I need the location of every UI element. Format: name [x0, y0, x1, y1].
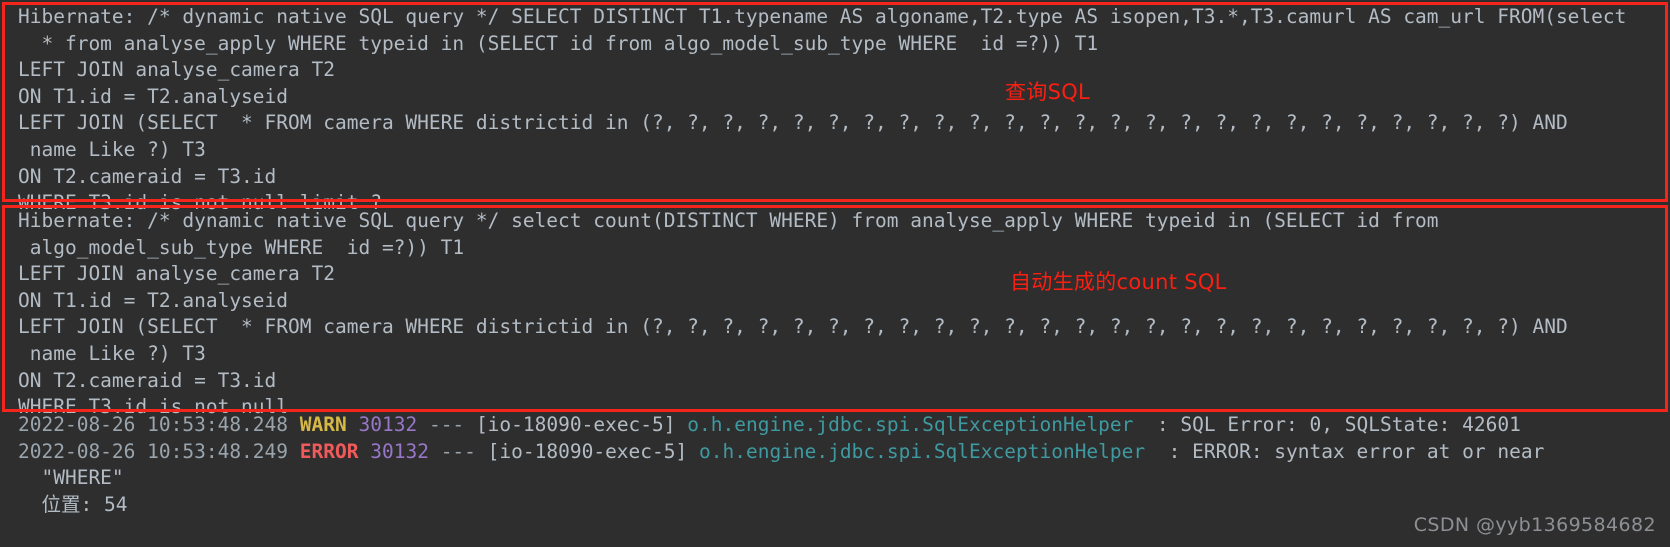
log-pid: 30132	[358, 413, 418, 436]
log-gap	[476, 440, 488, 463]
csdn-watermark: CSDN @yyb1369584682	[1413, 514, 1656, 537]
log-gap	[464, 413, 476, 436]
log-separator: ---	[440, 439, 476, 463]
sql-line: algo_model_sub_type WHERE id =?)) T1	[18, 235, 465, 259]
sql-line: LEFT JOIN (SELECT * FROM camera WHERE di…	[18, 315, 1568, 339]
query-sql-block: Hibernate: /* dynamic native SQL query *…	[0, 4, 1670, 217]
sql-line: Hibernate: /* dynamic native SQL query *…	[18, 5, 1627, 28]
log-level-badge: WARN	[299, 413, 347, 436]
log-level-badge: ERROR	[299, 439, 359, 463]
count-sql-block: Hibernate: /* dynamic native SQL query *…	[0, 208, 1670, 421]
log-thread: [io-18090-exec-5]	[475, 413, 676, 436]
log-gap	[288, 440, 300, 463]
log-logger-pad	[1133, 413, 1156, 436]
sql-line: LEFT JOIN analyse_camera T2	[18, 58, 335, 82]
sql-line: ON T2.cameraid = T3.id	[18, 368, 277, 392]
annotation-count-sql: 自动生成的count SQL	[1010, 270, 1227, 294]
log-tail: 2022-08-26 10:53:48.248 WARN 30132 --- […	[0, 412, 1670, 518]
log-gap	[288, 413, 300, 436]
log-message: SQL Error: 0, SQLState: 42601	[1180, 413, 1521, 436]
sql-line: name Like ?) T3	[18, 137, 206, 161]
log-logger-name[interactable]: o.h.engine.jdbc.spi.SqlExceptionHelper	[687, 413, 1133, 436]
log-separator: ---	[428, 413, 465, 436]
log-logger-pad	[1145, 440, 1168, 463]
log-gap	[1169, 413, 1181, 436]
sql-line: LEFT JOIN (SELECT * FROM camera WHERE di…	[18, 111, 1568, 135]
error-quoted-token: "WHERE"	[18, 466, 124, 490]
sql-line: name Like ?) T3	[18, 341, 206, 365]
annotation-query-sql: 查询SQL	[1005, 80, 1091, 104]
log-entry-warn: 2022-08-26 10:53:48.248 WARN 30132 --- […	[0, 412, 1670, 439]
log-gap	[347, 413, 359, 436]
sql-line: ON T2.cameraid = T3.id	[18, 164, 277, 188]
sql-line: ON T1.id = T2.analyseid	[18, 84, 289, 108]
log-colon: :	[1156, 413, 1169, 436]
sql-line: Hibernate: /* dynamic native SQL query *…	[18, 209, 1439, 232]
log-gap	[417, 413, 429, 436]
log-logger-name[interactable]: o.h.engine.jdbc.spi.SqlExceptionHelper	[699, 440, 1145, 463]
log-gap	[676, 413, 688, 436]
sql-line: * from analyse_apply WHERE typeid in (SE…	[18, 31, 1099, 55]
log-gap	[358, 440, 370, 463]
log-message: ERROR: syntax error at or near	[1192, 439, 1545, 463]
log-timestamp: 2022-08-26 10:53:48.249	[18, 439, 289, 463]
log-thread: [io-18090-exec-5]	[487, 439, 688, 463]
log-colon: :	[1168, 439, 1181, 463]
log-timestamp: 2022-08-26 10:53:48.248	[18, 413, 289, 436]
console-output-panel[interactable]: Hibernate: /* dynamic native SQL query *…	[0, 0, 1670, 547]
log-gap	[429, 440, 441, 463]
sql-line: LEFT JOIN analyse_camera T2	[18, 262, 335, 286]
log-gap	[687, 440, 699, 463]
log-entry-error: 2022-08-26 10:53:48.249 ERROR 30132 --- …	[0, 439, 1670, 466]
log-gap	[1180, 440, 1192, 463]
sql-line: ON T1.id = T2.analyseid	[18, 288, 289, 312]
log-pid: 30132	[370, 439, 429, 463]
